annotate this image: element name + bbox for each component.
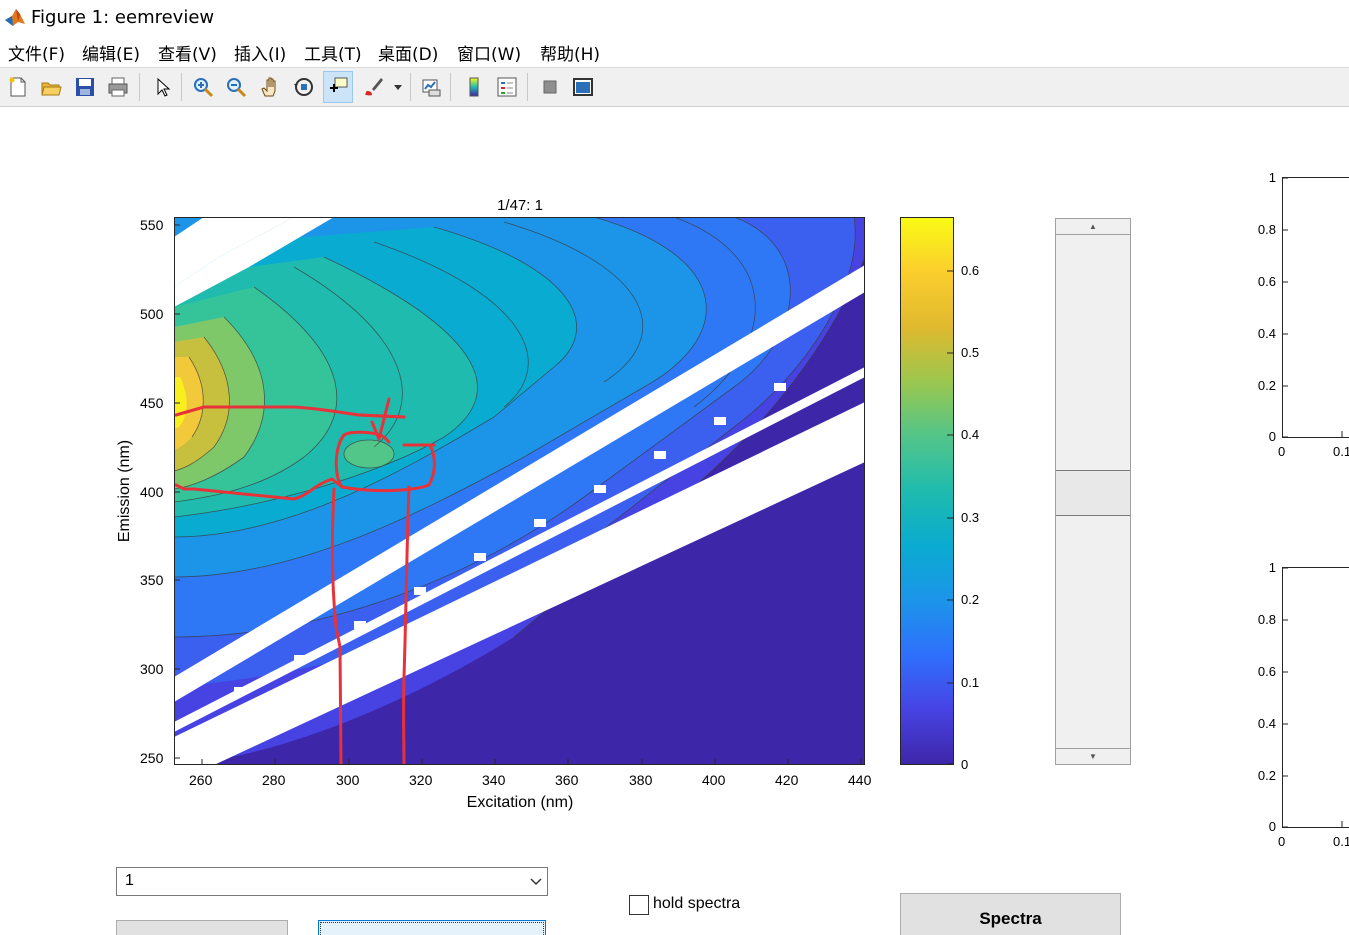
pan-hand-icon[interactable] [255,71,285,103]
ytick-450: 450 [140,395,164,411]
slider-thumb[interactable] [1056,470,1130,516]
toolbar [0,67,1349,107]
pointer-icon[interactable] [147,71,177,103]
side2-ytick-0.6: 0.6 [1257,664,1276,679]
sample-slider[interactable]: ▲ ▼ [1055,218,1131,765]
xtick-340: 340 [482,772,506,788]
ytick-550: 550 [140,217,164,233]
zoom-out-icon[interactable] [221,71,251,103]
side1-ytick-0.8: 0.8 [1257,222,1276,237]
xtick-420: 420 [775,772,799,788]
matlab-logo-icon [5,9,25,26]
hold-spectra-checkbox[interactable] [629,895,649,915]
colorbar-tick-0: 0 [961,757,969,772]
menu-view[interactable]: 查看(V) [158,40,217,65]
side2-xtick-0: 0 [1278,834,1286,849]
colorbar [900,217,954,765]
colorbar-tick-0.2: 0.2 [961,592,980,607]
link-plot-icon[interactable] [416,71,446,103]
y-axis-label: Emission (nm) [116,439,133,543]
legend-icon[interactable] [492,71,522,103]
side2-ytick-0.8: 0.8 [1257,612,1276,627]
main-axes-ticks [174,224,862,765]
side2-ytick-1: 1 [1268,560,1276,575]
ytick-300: 300 [140,661,164,677]
slider-down-button[interactable]: ▼ [1056,748,1130,764]
colorbar-tick-0.5: 0.5 [961,345,980,360]
show-plot-tools-icon[interactable] [568,71,598,103]
xtick-440: 440 [848,772,872,788]
side1-ytick-0.6: 0.6 [1257,274,1276,289]
menu-help[interactable]: 帮助(H) [540,40,600,65]
menu-tools[interactable]: 工具(T) [304,40,362,65]
menu-window[interactable]: 窗口(W) [457,40,521,65]
data-cursor-icon[interactable] [323,71,353,103]
brush-icon[interactable] [359,71,389,103]
menu-edit[interactable]: 编辑(E) [82,40,140,65]
side2-ytick-0.2: 0.2 [1257,768,1276,783]
side1-xtick-0.1: 0.1 [1333,444,1349,459]
open-file-icon[interactable] [36,71,66,103]
side1-ytick-1: 1 [1268,170,1276,185]
ytick-250: 250 [140,750,164,766]
side1-ytick-0.2: 0.2 [1257,378,1276,393]
side-axes-bottom[interactable] [1276,560,1349,835]
popup-selected-value: 1 [125,872,134,889]
hold-spectra-label: hold spectra [653,895,741,912]
menu-file[interactable]: 文件(F) [8,40,65,65]
slider-up-button[interactable]: ▲ [1056,219,1130,235]
colorbar-tick-0.1: 0.1 [961,675,980,690]
save-icon[interactable] [70,71,100,103]
rotate-3d-icon[interactable] [289,71,319,103]
hide-plot-tools-icon[interactable] [535,71,565,103]
xtick-260: 260 [189,772,213,788]
spectra-button[interactable]: Spectra [900,893,1121,935]
new-figure-icon[interactable] [3,71,33,103]
title-bar: Figure 1: eemreview [0,0,1349,34]
xtick-360: 360 [555,772,579,788]
side1-xtick-0: 0 [1278,444,1286,459]
menu-bar: 文件(F) 编辑(E) 查看(V) 插入(I) 工具(T) 桌面(D) 窗口(W… [0,34,1349,67]
xtick-320: 320 [409,772,433,788]
ytick-350: 350 [140,572,164,588]
print-icon[interactable] [103,71,133,103]
chevron-down-icon[interactable] [388,71,408,103]
side2-ytick-0: 0 [1268,819,1276,834]
colorbar-icon[interactable] [459,71,489,103]
xtick-380: 380 [629,772,653,788]
menu-insert[interactable]: 插入(I) [234,40,286,65]
side2-ytick-0.4: 0.4 [1257,716,1276,731]
side1-ytick-0: 0 [1268,429,1276,444]
sample-popup-menu[interactable]: 1 [116,867,548,896]
previous-button[interactable] [116,920,288,935]
window-title: Figure 1: eemreview [31,7,215,28]
xtick-400: 400 [702,772,726,788]
colorbar-tick-0.3: 0.3 [961,510,980,525]
xtick-300: 300 [336,772,360,788]
colorbar-tick-0.4: 0.4 [961,427,980,442]
ytick-400: 400 [140,484,164,500]
side-axes-top[interactable] [1276,170,1349,445]
side1-ytick-0.4: 0.4 [1257,326,1276,341]
chevron-down-icon[interactable] [525,868,547,895]
ytick-500: 500 [140,306,164,322]
xtick-280: 280 [262,772,286,788]
menu-desktop[interactable]: 桌面(D) [378,40,438,65]
x-axis-label: Excitation (nm) [466,794,574,811]
side2-xtick-0.1: 0.1 [1333,834,1349,849]
zoom-in-icon[interactable] [188,71,218,103]
next-button[interactable] [318,920,546,935]
colorbar-tick-0.6: 0.6 [961,263,980,278]
